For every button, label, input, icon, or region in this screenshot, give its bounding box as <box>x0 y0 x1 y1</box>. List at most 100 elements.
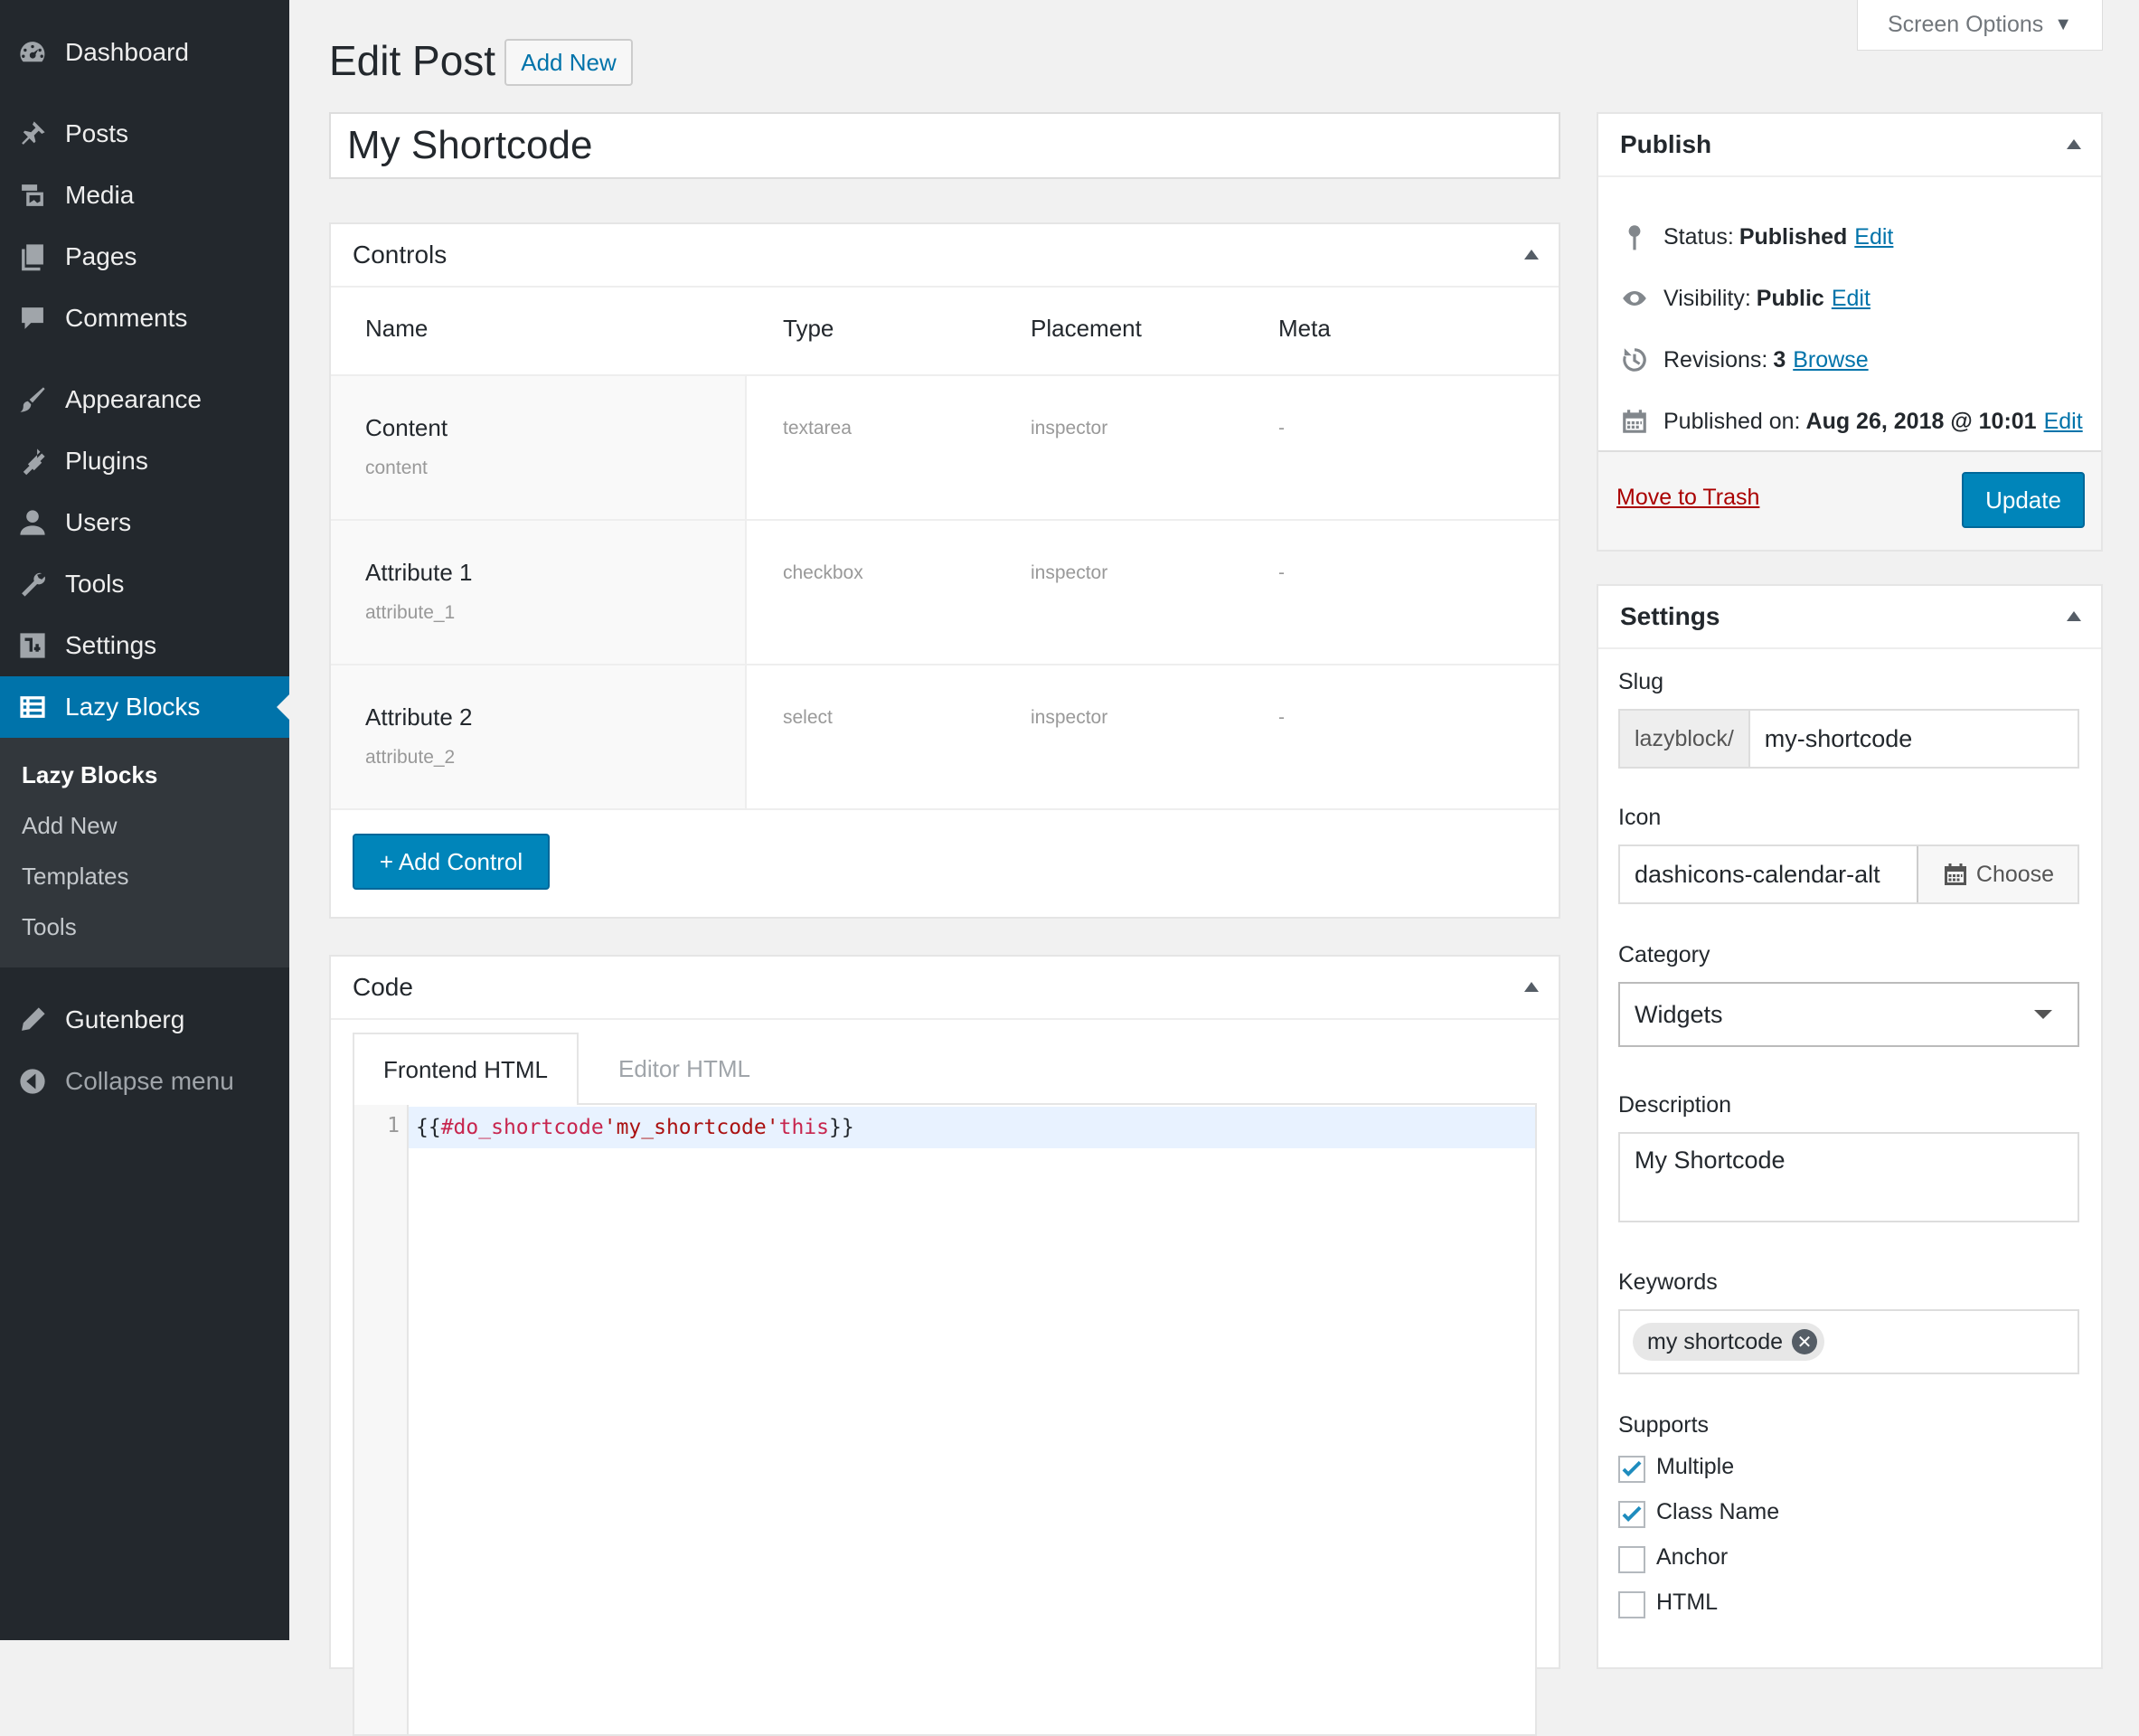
multiple-checkbox[interactable] <box>1618 1456 1645 1483</box>
submenu-add-new[interactable]: Add New <box>22 812 118 840</box>
settings-box-header[interactable]: Settings <box>1598 586 2101 649</box>
code-editor[interactable]: 1 {{#do_shortcode 'my_shortcode' this}} <box>353 1103 1537 1736</box>
control-name-cell: Attribute 2 attribute_2 <box>331 665 747 808</box>
publish-revisions: Revisions: 3 Browse <box>1618 342 1869 378</box>
menu-label: Tools <box>65 570 125 598</box>
submenu-templates[interactable]: Templates <box>22 863 129 891</box>
class-name-label: Class Name <box>1656 1499 1780 1524</box>
description-textarea[interactable]: My Shortcode <box>1618 1132 2079 1222</box>
menu-item-users[interactable]: Users <box>0 492 289 553</box>
menu-item-lazy-blocks[interactable]: Lazy Blocks <box>0 676 289 738</box>
menu-item-tools[interactable]: Tools <box>0 553 289 615</box>
collapse-arrow-icon[interactable] <box>1524 250 1539 259</box>
icon-input[interactable]: dashicons-calendar-alt <box>1620 861 1917 889</box>
collapse-arrow-icon[interactable] <box>2067 611 2081 621</box>
code-box-header[interactable]: Code <box>331 957 1559 1020</box>
settings-icon <box>14 627 51 664</box>
tab-editor-html[interactable]: Editor HTML <box>580 1033 788 1105</box>
choose-icon-button[interactable]: Choose <box>1917 846 2078 902</box>
menu-item-comments[interactable]: Comments <box>0 288 289 349</box>
category-value: Widgets <box>1635 1000 1723 1028</box>
browse-revisions-link[interactable]: Browse <box>1793 347 1868 373</box>
move-to-trash-link[interactable]: Move to Trash <box>1616 485 1759 511</box>
slug-input[interactable]: my-shortcode <box>1750 725 1913 753</box>
published-label: Published on: <box>1663 408 1801 434</box>
html-checkbox[interactable] <box>1618 1591 1645 1618</box>
keywords-field[interactable]: my shortcode ✕ <box>1618 1309 2079 1374</box>
control-placement: inspector <box>1031 707 1108 728</box>
control-row[interactable]: Content content textarea inspector - <box>331 374 1559 519</box>
supports-label: Supports <box>1618 1412 1710 1438</box>
collapse-arrow-icon[interactable] <box>1524 982 1539 992</box>
pin-icon <box>1618 221 1651 253</box>
remove-tag-icon[interactable]: ✕ <box>1792 1329 1818 1354</box>
class-name-checkbox[interactable] <box>1618 1501 1645 1528</box>
menu-item-plugins[interactable]: Plugins <box>0 430 289 492</box>
menu-label: Pages <box>65 242 137 270</box>
add-control-button[interactable]: + Add Control <box>353 834 550 890</box>
control-name-cell: Attribute 1 attribute_1 <box>331 521 747 664</box>
icon-label: Icon <box>1618 805 1662 830</box>
category-label: Category <box>1618 942 1710 967</box>
control-label: Attribute 1 <box>365 559 473 586</box>
edit-visibility-link[interactable]: Edit <box>1832 286 1870 312</box>
control-placement: inspector <box>1031 418 1108 439</box>
submenu-tools[interactable]: Tools <box>22 913 77 941</box>
code-line[interactable]: {{#do_shortcode 'my_shortcode' this}} <box>409 1107 1535 1148</box>
controls-box-header[interactable]: Controls <box>331 224 1559 288</box>
status-label: Status: <box>1663 223 1734 250</box>
menu-label: Posts <box>65 119 129 147</box>
update-button[interactable]: Update <box>1962 472 2085 528</box>
publish-status: Status: Published Edit <box>1618 219 1893 255</box>
control-meta: - <box>1278 418 1285 439</box>
eye-icon <box>1618 282 1651 315</box>
menu-item-gutenberg[interactable]: Gutenberg <box>0 989 289 1051</box>
admin-sidebar: Dashboard Posts Media Pages Comments App… <box>0 0 289 1640</box>
html-label: HTML <box>1656 1590 1719 1615</box>
icon-field: dashicons-calendar-alt Choose <box>1618 844 2079 904</box>
menu-label: Lazy Blocks <box>65 693 201 721</box>
menu-item-media[interactable]: Media <box>0 165 289 226</box>
collapse-arrow-icon[interactable] <box>2067 139 2081 149</box>
menu-label: Dashboard <box>65 38 189 66</box>
control-label: Content <box>365 414 448 441</box>
chevron-down-icon <box>2034 1010 2052 1019</box>
menu-item-dashboard[interactable]: Dashboard <box>0 22 289 83</box>
edit-date-link[interactable]: Edit <box>2044 409 2083 435</box>
menu-label: Settings <box>65 631 157 659</box>
multiple-label: Multiple <box>1656 1454 1735 1479</box>
menu-item-posts[interactable]: Posts <box>0 103 289 165</box>
control-row[interactable]: Attribute 2 attribute_2 select inspector… <box>331 664 1559 808</box>
publish-date: Published on: Aug 26, 2018 @ 10:01 Edit <box>1618 403 2083 439</box>
column-header-placement: Placement <box>1031 315 1142 342</box>
publish-box: Publish Status: Published Edit Visibilit… <box>1597 112 2103 552</box>
anchor-checkbox[interactable] <box>1618 1546 1645 1573</box>
screen-options-button[interactable]: Screen Options ▼ <box>1857 0 2103 51</box>
settings-box: Settings Slug lazyblock/ my-shortcode Ic… <box>1597 584 2103 1669</box>
control-type: textarea <box>783 418 852 439</box>
submenu-lazy-blocks[interactable]: Lazy Blocks <box>22 761 157 789</box>
control-meta: - <box>1278 562 1285 583</box>
post-title-input[interactable]: My Shortcode <box>329 112 1560 179</box>
menu-label: Media <box>65 181 135 209</box>
user-icon <box>14 505 51 541</box>
menu-label: Gutenberg <box>65 1005 185 1033</box>
paintbrush-icon <box>14 382 51 418</box>
menu-item-settings[interactable]: Settings <box>0 615 289 676</box>
add-new-button[interactable]: Add New <box>504 39 633 86</box>
description-label: Description <box>1618 1092 1732 1118</box>
menu-label: Comments <box>65 304 188 332</box>
menu-item-pages[interactable]: Pages <box>0 226 289 288</box>
publish-box-header[interactable]: Publish <box>1598 114 2101 177</box>
collapse-menu-button[interactable]: Collapse menu <box>0 1051 289 1112</box>
control-meta: - <box>1278 707 1285 728</box>
caret-down-icon: ▼ <box>2054 14 2073 34</box>
controls-title: Controls <box>353 241 448 269</box>
pages-icon <box>14 239 51 275</box>
menu-label: Users <box>65 508 132 536</box>
edit-status-link[interactable]: Edit <box>1854 224 1893 250</box>
category-select[interactable]: Widgets <box>1618 982 2079 1047</box>
control-row[interactable]: Attribute 1 attribute_1 checkbox inspect… <box>331 519 1559 664</box>
menu-item-appearance[interactable]: Appearance <box>0 369 289 430</box>
tab-frontend-html[interactable]: Frontend HTML <box>353 1033 579 1105</box>
